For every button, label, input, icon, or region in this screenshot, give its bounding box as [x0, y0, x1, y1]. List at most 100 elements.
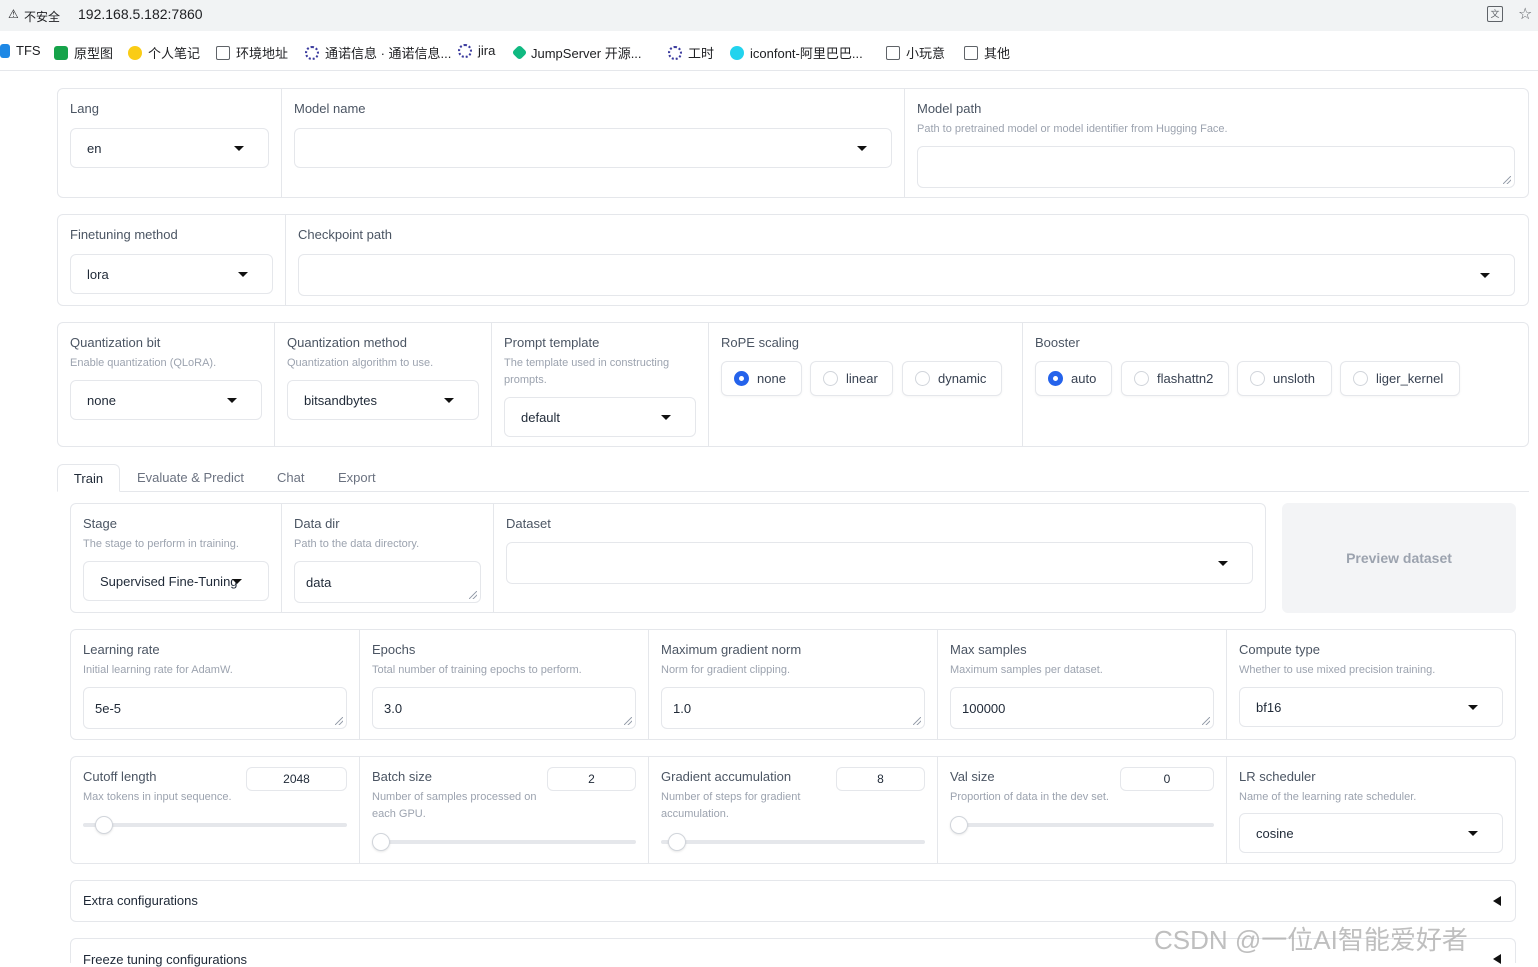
max-grad-norm-input[interactable]: 1.0: [661, 687, 925, 729]
model-name-dropdown[interactable]: [294, 128, 892, 168]
resize-grip[interactable]: [1202, 717, 1210, 725]
bookmark-jira[interactable]: jira: [458, 43, 495, 58]
tab-label: Evaluate & Predict: [137, 470, 244, 485]
rope-linear-radio[interactable]: linear: [810, 361, 893, 396]
grad-accum-slider-thumb[interactable]: [668, 833, 687, 851]
booster-auto-radio[interactable]: auto: [1035, 361, 1112, 396]
val-size-number-input[interactable]: 0: [1120, 767, 1214, 791]
preview-dataset-label: Preview dataset: [1346, 550, 1452, 566]
max-samples-input[interactable]: 100000: [950, 687, 1214, 729]
rope-none-radio[interactable]: none: [721, 361, 802, 396]
radio-label: liger_kernel: [1376, 371, 1444, 386]
bookmark-prototype[interactable]: 原型图: [54, 43, 113, 62]
url-text[interactable]: 192.168.5.182:7860: [78, 6, 203, 22]
grad-accum-label: Gradient accumulation: [661, 769, 792, 784]
cutoff-slider-track[interactable]: [83, 823, 347, 827]
lr-scheduler-value: cosine: [1256, 825, 1294, 841]
stage-dropdown[interactable]: Supervised Fine-Tuning: [83, 561, 269, 601]
chevron-down-icon: [234, 146, 244, 151]
bookmark-tongnuo[interactable]: 通诺信息 · 通诺信息...: [305, 43, 451, 62]
address-bar: ⚠ 不安全 192.168.5.182:7860 文 ☆: [0, 0, 1538, 31]
rope-dynamic-radio[interactable]: dynamic: [902, 361, 1002, 396]
tab-export[interactable]: Export: [338, 464, 376, 492]
batch-size-number-input[interactable]: 2: [547, 767, 636, 791]
lr-scheduler-dropdown[interactable]: cosine: [1239, 813, 1503, 853]
grad-accum-slider-track[interactable]: [661, 840, 925, 844]
max-grad-norm-value: 1.0: [673, 700, 692, 716]
chevron-down-icon: [661, 415, 671, 420]
grad-accum-value: 8: [877, 772, 884, 786]
preview-dataset-button[interactable]: Preview dataset: [1282, 503, 1516, 613]
val-size-slider-track[interactable]: [950, 823, 1214, 827]
quant-method-value: bitsandbytes: [304, 392, 377, 408]
layers-icon: [511, 44, 528, 61]
data-dir-input[interactable]: data: [294, 561, 481, 603]
tab-chat[interactable]: Chat: [277, 464, 304, 492]
quant-bit-value: none: [87, 392, 116, 408]
chevron-down-icon: [1468, 705, 1478, 710]
extra-config-accordion[interactable]: Extra configurations: [70, 880, 1516, 922]
translate-icon[interactable]: 文: [1487, 6, 1503, 22]
data-dir-info: Path to the data directory.: [294, 538, 420, 550]
epochs-input[interactable]: 3.0: [372, 687, 636, 729]
resize-grip[interactable]: [469, 591, 477, 599]
bookmark-toys[interactable]: 小玩意: [886, 43, 945, 62]
bookmark-notes[interactable]: 个人笔记: [128, 43, 200, 62]
booster-unsloth-radio[interactable]: unsloth: [1237, 361, 1332, 396]
tab-train[interactable]: Train: [57, 464, 120, 492]
resize-grip[interactable]: [624, 717, 632, 725]
extra-config-label: Extra configurations: [83, 893, 198, 908]
batch-size-slider-track[interactable]: [372, 840, 636, 844]
max-samples-value: 100000: [962, 700, 1006, 716]
bookmark-other[interactable]: 其他: [964, 43, 1010, 62]
val-size-slider-thumb[interactable]: [950, 816, 968, 834]
quant-method-dropdown[interactable]: bitsandbytes: [287, 380, 479, 420]
bookmark-jumpserver[interactable]: JumpServer 开源...: [511, 43, 642, 62]
bookmark-env[interactable]: 环境地址: [216, 43, 288, 62]
quant-bit-dropdown[interactable]: none: [70, 380, 262, 420]
star-icon[interactable]: ☆: [1518, 4, 1532, 24]
cutoff-slider-thumb[interactable]: [95, 816, 114, 834]
lang-label: Lang: [70, 101, 99, 116]
booster-flashattn2-radio[interactable]: flashattn2: [1121, 361, 1229, 396]
security-label[interactable]: 不安全: [24, 8, 60, 25]
batch-size-value: 2: [588, 772, 595, 786]
radio-dot: [1250, 371, 1265, 386]
lang-dropdown[interactable]: en: [70, 128, 269, 168]
booster-liger-radio[interactable]: liger_kernel: [1340, 361, 1460, 396]
learning-rate-input[interactable]: 5e-5: [83, 687, 347, 729]
batch-size-label: Batch size: [372, 769, 432, 784]
grad-accum-number-input[interactable]: 8: [836, 767, 925, 791]
max-grad-norm-block: Maximum gradient norm Norm for gradient …: [649, 630, 938, 739]
cutoff-number-input[interactable]: 2048: [246, 767, 347, 791]
smiley-icon: [128, 45, 142, 60]
bookmark-worktime[interactable]: 工时: [668, 43, 714, 62]
finetuning-dropdown[interactable]: lora: [70, 254, 273, 294]
bookmark-label: JumpServer 开源...: [531, 46, 642, 61]
resize-grip[interactable]: [913, 717, 921, 725]
bookmark-label: jira: [478, 43, 496, 58]
compute-type-label: Compute type: [1239, 642, 1320, 657]
bookmark-tfs[interactable]: TFS: [0, 43, 41, 58]
model-path-info: Path to pretrained model or model identi…: [917, 123, 1228, 135]
quant-method-block: Quantization method Quantization algorit…: [275, 323, 492, 446]
checkpoint-dropdown[interactable]: [298, 254, 1515, 296]
bookmark-label: 工时: [688, 46, 715, 61]
radio-label: unsloth: [1273, 371, 1315, 386]
model-path-input[interactable]: [917, 146, 1515, 188]
resize-grip[interactable]: [335, 717, 343, 725]
compute-type-dropdown[interactable]: bf16: [1239, 687, 1503, 727]
batch-size-slider-thumb[interactable]: [372, 833, 390, 851]
compute-type-block: Compute type Whether to use mixed precis…: [1227, 630, 1515, 739]
resize-grip[interactable]: [1503, 176, 1511, 184]
quant-method-label: Quantization method: [287, 335, 407, 350]
bookmark-label: 通诺信息 · 通诺信息...: [325, 46, 452, 61]
stage-block: Stage The stage to perform in training. …: [71, 504, 282, 612]
chevron-down-icon: [232, 579, 242, 584]
prompt-template-dropdown[interactable]: default: [504, 397, 696, 437]
dataset-dropdown[interactable]: [506, 542, 1253, 584]
data-row: Stage The stage to perform in training. …: [70, 503, 1266, 613]
bookmark-iconfont[interactable]: iconfont-阿里巴巴...: [730, 43, 863, 62]
tab-evaluate[interactable]: Evaluate & Predict: [137, 464, 244, 492]
dataset-block: Dataset: [494, 504, 1265, 612]
